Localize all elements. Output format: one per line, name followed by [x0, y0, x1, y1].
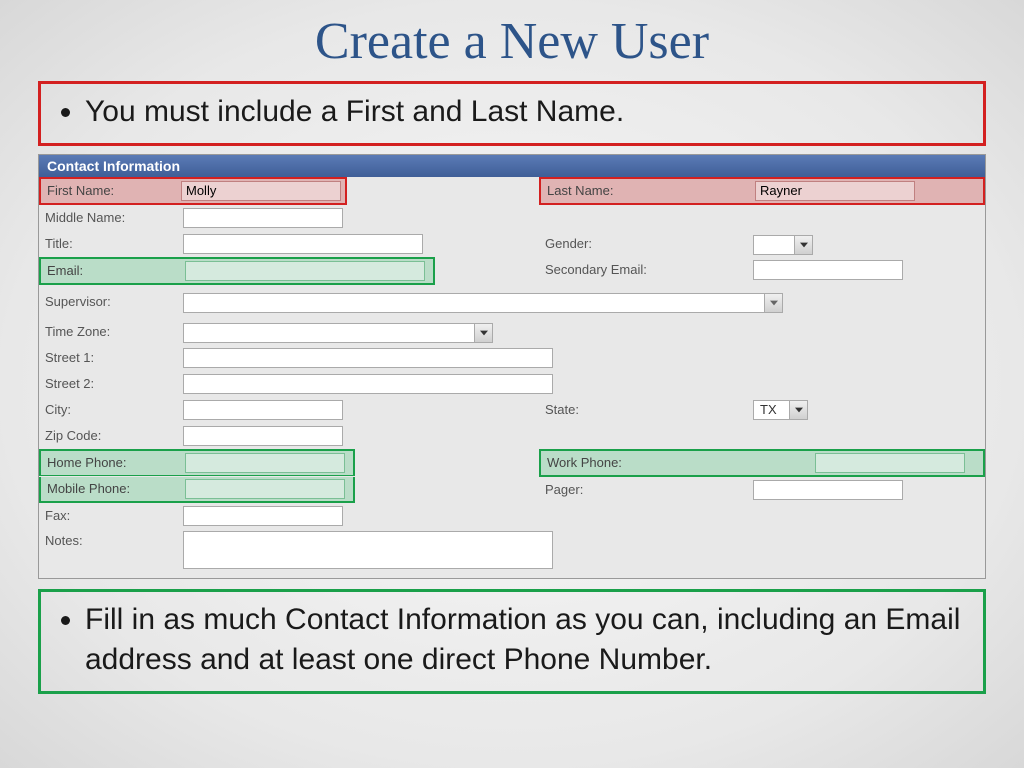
top-callout: You must include a First and Last Name. [38, 81, 986, 146]
pager-input[interactable] [753, 480, 903, 500]
city-input[interactable] [183, 400, 343, 420]
timezone-label: Time Zone: [39, 320, 179, 343]
slide-title: Create a New User [0, 0, 1024, 81]
top-bullet: You must include a First and Last Name. [85, 92, 973, 133]
pager-label: Pager: [539, 478, 749, 501]
notes-input[interactable] [183, 531, 553, 569]
street2-label: Street 2: [39, 372, 179, 395]
street1-input[interactable] [183, 348, 553, 368]
panel-header: Contact Information [39, 155, 985, 177]
home-phone-label: Home Phone: [41, 451, 181, 474]
work-phone-label: Work Phone: [541, 451, 811, 474]
bottom-bullet: Fill in as much Contact Information as y… [85, 600, 973, 681]
city-label: City: [39, 398, 179, 421]
supervisor-label: Supervisor: [39, 290, 179, 313]
state-select[interactable]: TX [753, 400, 808, 420]
mobile-phone-label: Mobile Phone: [41, 477, 181, 500]
email-label: Email: [41, 259, 181, 282]
bottom-callout: Fill in as much Contact Information as y… [38, 589, 986, 694]
last-name-label: Last Name: [541, 179, 751, 202]
home-phone-input[interactable] [185, 453, 345, 473]
first-name-input[interactable] [181, 181, 341, 201]
title-label: Title: [39, 232, 179, 255]
timezone-select[interactable] [183, 323, 493, 343]
middle-name-input[interactable] [183, 208, 343, 228]
first-name-label: First Name: [41, 179, 177, 202]
middle-name-label: Middle Name: [39, 206, 179, 229]
gender-label: Gender: [539, 232, 749, 255]
title-input[interactable] [183, 234, 423, 254]
contact-info-panel: Contact Information First Name: Last Nam… [38, 154, 986, 579]
secondary-email-input[interactable] [753, 260, 903, 280]
supervisor-select[interactable] [183, 293, 783, 313]
work-phone-input[interactable] [815, 453, 965, 473]
chevron-down-icon [789, 401, 807, 419]
email-input[interactable] [185, 261, 425, 281]
mobile-phone-input[interactable] [185, 479, 345, 499]
secondary-email-label: Secondary Email: [539, 258, 749, 281]
state-label: State: [539, 398, 749, 421]
chevron-down-icon [794, 236, 812, 254]
chevron-down-icon [764, 294, 782, 312]
fax-input[interactable] [183, 506, 343, 526]
fax-label: Fax: [39, 504, 179, 527]
notes-label: Notes: [39, 529, 179, 552]
last-name-input[interactable] [755, 181, 915, 201]
gender-select[interactable] [753, 235, 813, 255]
street2-input[interactable] [183, 374, 553, 394]
chevron-down-icon [474, 324, 492, 342]
zip-input[interactable] [183, 426, 343, 446]
zip-label: Zip Code: [39, 424, 179, 447]
street1-label: Street 1: [39, 346, 179, 369]
